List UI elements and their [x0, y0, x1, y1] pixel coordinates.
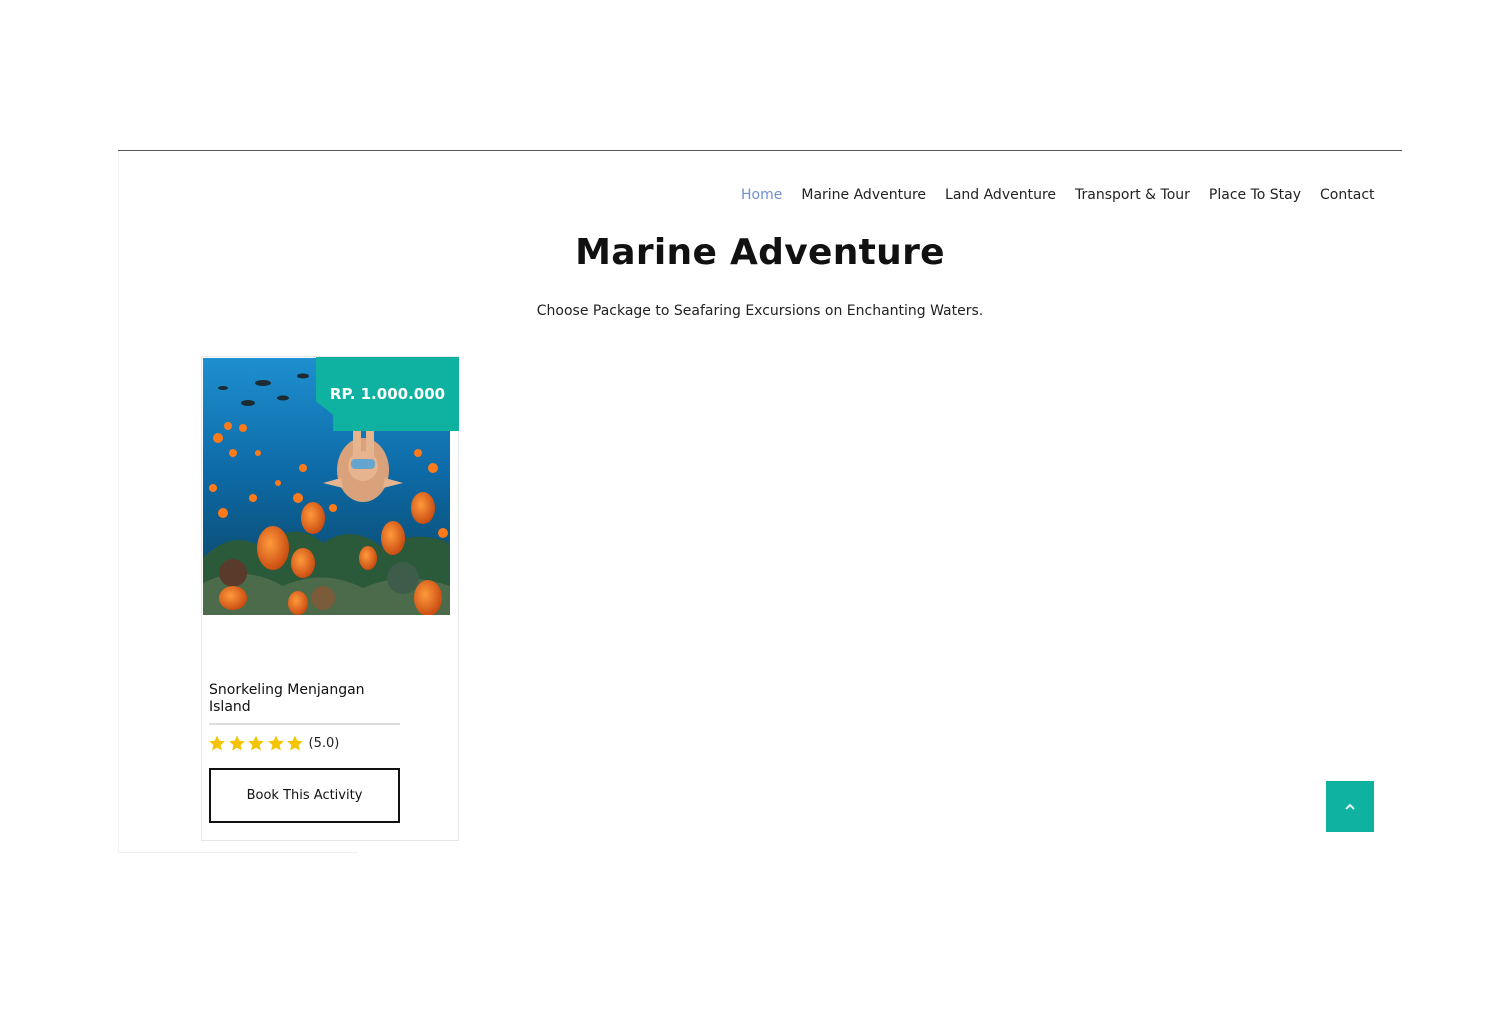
nav-item-home[interactable]: Home — [732, 184, 792, 206]
nav-item-place-to-stay[interactable]: Place To Stay — [1199, 184, 1310, 206]
star-icon — [228, 735, 245, 751]
card-divider — [209, 723, 400, 725]
nav-item-land-adventure[interactable]: Land Adventure — [936, 184, 1066, 206]
price-badge: RP. 1.000.000 — [316, 357, 459, 431]
nav-item-marine-adventure[interactable]: Marine Adventure — [792, 184, 936, 206]
page-subtitle: Choose Package to Seafaring Excursions o… — [536, 303, 984, 319]
nav-item-contact[interactable]: Contact — [1311, 184, 1384, 206]
chevron-up-icon — [1345, 803, 1355, 810]
main-navigation: Home Marine Adventure Land Adventure Tra… — [732, 184, 1384, 206]
frame-bottom-border — [118, 852, 358, 853]
rating-value: (5.0) — [308, 735, 340, 751]
star-icon — [209, 735, 225, 751]
star-icon — [248, 735, 264, 751]
star-icon — [267, 735, 284, 751]
page-title: Marine Adventure — [575, 232, 945, 273]
nav-item-transport-tour[interactable]: Transport & Tour — [1066, 184, 1200, 206]
book-activity-button[interactable]: Book This Activity — [209, 768, 400, 823]
scroll-to-top-button[interactable] — [1326, 781, 1374, 832]
star-icon — [287, 735, 303, 751]
activity-card: RP. 1.000.000 Snorkeling Menjangan Islan… — [201, 356, 459, 841]
rating: (5.0) — [208, 734, 339, 752]
activity-title[interactable]: Snorkeling Menjangan Island — [209, 682, 399, 716]
